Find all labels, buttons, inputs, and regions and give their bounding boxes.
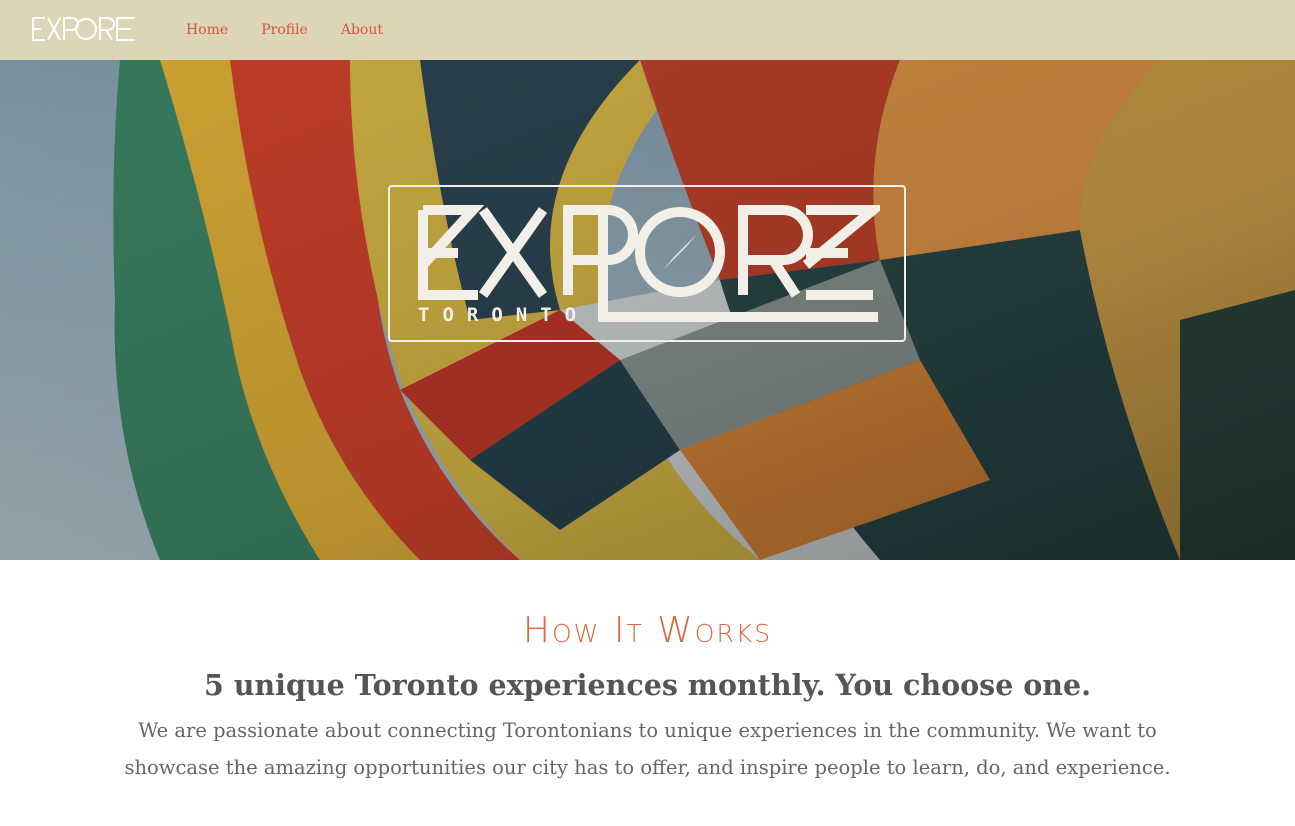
nav-link-about[interactable]: About <box>341 22 383 38</box>
nav-link-profile[interactable]: Profile <box>261 22 308 38</box>
hero-banner: TORONTO <box>0 60 1295 560</box>
main-nav: Home Profile About <box>186 0 416 60</box>
hero-logo-frame: TORONTO <box>388 185 906 342</box>
navbar: Home Profile About <box>0 0 1295 60</box>
hero-logo: TORONTO <box>418 205 880 325</box>
hero-logo-subtext: TORONTO <box>418 304 589 325</box>
how-it-works-section: How It Works 5 unique Toronto experience… <box>0 560 1295 826</box>
brand-logo[interactable] <box>31 14 139 46</box>
section-title: How It Works <box>522 610 773 651</box>
section-description: We are passionate about connecting Toron… <box>124 719 1171 779</box>
nav-link-home[interactable]: Home <box>186 22 228 38</box>
section-subtitle: 5 unique Toronto experiences monthly. Yo… <box>203 668 1092 702</box>
